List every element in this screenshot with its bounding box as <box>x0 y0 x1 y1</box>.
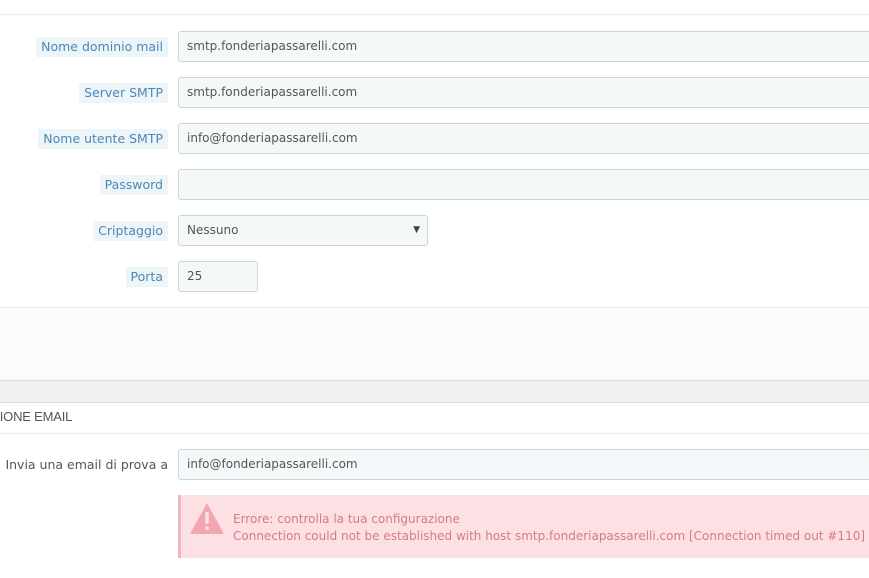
panel-footer <box>0 307 869 381</box>
password-label: Password <box>99 175 168 195</box>
encryption-label: Criptaggio <box>93 221 168 241</box>
alert-message: Errore: controlla la tua configurazione … <box>233 511 865 545</box>
section-divider <box>0 433 869 434</box>
smtp-server-label: Server SMTP <box>79 83 168 103</box>
error-alert: Errore: controlla la tua configurazione … <box>178 495 869 558</box>
password-input[interactable] <box>178 169 869 200</box>
chevron-down-icon: ▼ <box>413 225 420 235</box>
smtp-user-input[interactable]: info@fonderiapassarelli.com <box>178 123 869 154</box>
mail-domain-label: Nome dominio mail <box>36 37 168 57</box>
send-test-label: Invia una email di prova a <box>5 457 168 472</box>
mail-domain-input[interactable]: smtp.fonderiapassarelli.com <box>178 31 869 62</box>
send-test-input[interactable]: info@fonderiapassarelli.com <box>178 449 869 480</box>
encryption-select[interactable]: Nessuno ▼ <box>178 215 428 246</box>
smtp-server-input[interactable]: smtp.fonderiapassarelli.com <box>178 77 869 108</box>
alert-line-2: Connection could not be established with… <box>233 529 866 543</box>
top-divider <box>0 14 869 15</box>
section-title: ZIONE EMAIL <box>0 409 73 424</box>
warning-triangle-icon <box>190 503 224 534</box>
smtp-user-label: Nome utente SMTP <box>38 129 168 149</box>
port-input[interactable]: 25 <box>178 261 258 292</box>
port-label: Porta <box>125 267 168 287</box>
alert-line-1: Errore: controlla la tua configurazione <box>233 512 460 526</box>
panel-separator <box>0 380 869 403</box>
encryption-selected-value: Nessuno <box>187 223 239 237</box>
